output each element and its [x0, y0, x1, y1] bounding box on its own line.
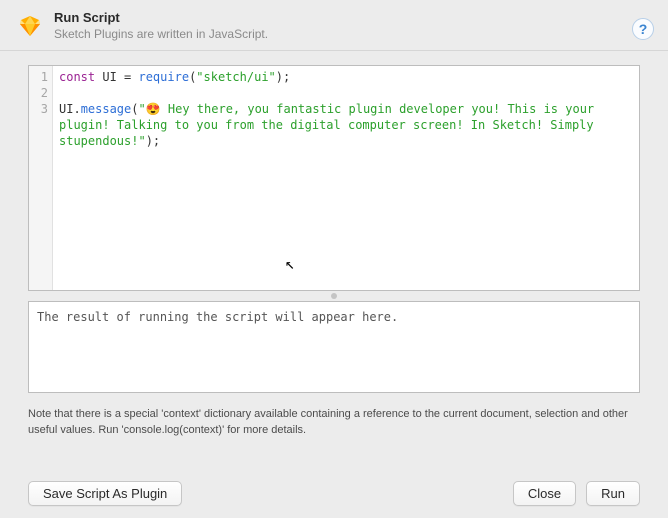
code-area[interactable]: const UI = require ( "sketch/ui"); UI.mess… [53, 66, 639, 290]
splitter-handle[interactable] [28, 291, 640, 301]
token-obj: UI. [59, 102, 81, 116]
content-area: 1 2 3 const UI = require ( "sketch/ui"); U… [0, 51, 668, 393]
line-number: 1 [29, 69, 48, 85]
run-button[interactable]: Run [586, 481, 640, 506]
grip-icon [331, 293, 337, 299]
close-button[interactable]: Close [513, 481, 576, 506]
editor-gutter: 1 2 3 [29, 66, 53, 290]
help-icon[interactable]: ? [632, 18, 654, 40]
token-fn: message [81, 102, 132, 116]
token-punct: ); [276, 70, 290, 84]
context-note: Note that there is a special 'context' d… [0, 393, 668, 438]
token-var: UI = [95, 70, 138, 84]
token-punct: ( [131, 102, 138, 116]
token-keyword: const [59, 70, 95, 84]
output-placeholder: The result of running the script will ap… [37, 310, 398, 324]
output-panel[interactable]: The result of running the script will ap… [28, 301, 640, 393]
save-script-button[interactable]: Save Script As Plugin [28, 481, 182, 506]
token-string: "😍 Hey there, you fantastic plugin devel… [59, 102, 601, 148]
mouse-cursor-icon: ↖ [285, 256, 295, 272]
sketch-diamond-icon [18, 14, 42, 38]
line-number: 3 [29, 101, 48, 117]
dialog-subtitle: Sketch Plugins are written in JavaScript… [54, 27, 632, 43]
line-number: 2 [29, 85, 48, 101]
token-fn: require [138, 70, 189, 84]
code-editor[interactable]: 1 2 3 const UI = require ( "sketch/ui"); U… [28, 65, 640, 291]
footer: Save Script As Plugin Close Run [0, 481, 668, 506]
title-group: Run Script Sketch Plugins are written in… [54, 10, 632, 42]
token-punct: ); [146, 134, 160, 148]
header: Run Script Sketch Plugins are written in… [0, 0, 668, 51]
dialog-title: Run Script [54, 10, 632, 26]
token-string: "sketch/ui" [196, 70, 275, 84]
